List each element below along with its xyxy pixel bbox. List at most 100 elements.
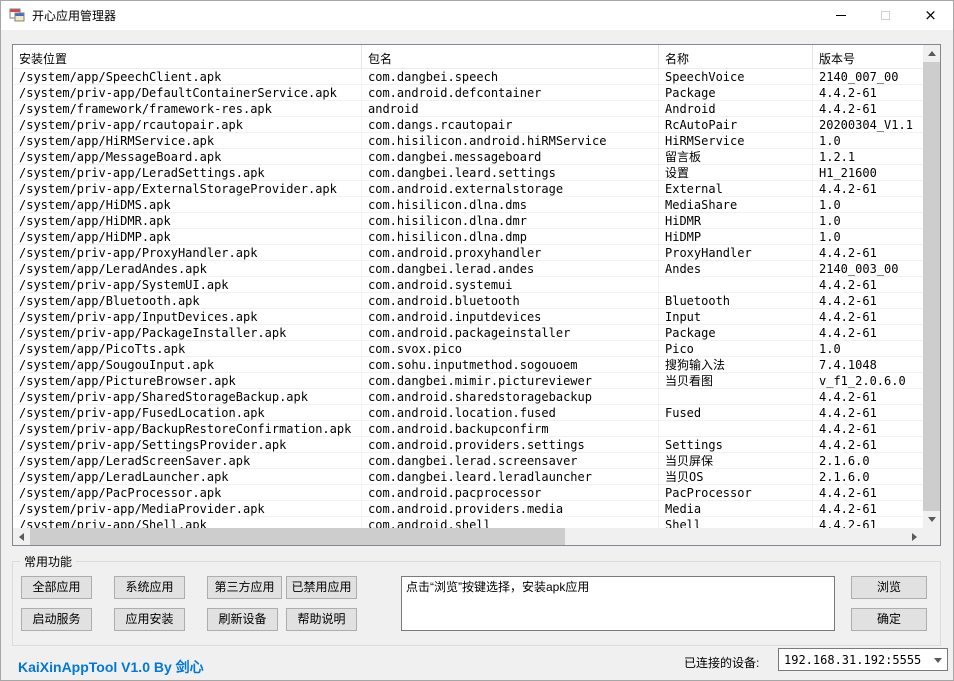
- listview-body: /system/app/SpeechClient.apkcom.dangbei.…: [13, 69, 923, 528]
- cell-appname: Pico: [659, 341, 813, 357]
- cell-location: /system/app/PicoTts.apk: [13, 341, 362, 357]
- table-row[interactable]: /system/app/SpeechClient.apkcom.dangbei.…: [13, 69, 923, 85]
- table-row[interactable]: /system/app/PictureBrowser.apkcom.dangbe…: [13, 373, 923, 389]
- vertical-scroll-thumb[interactable]: [923, 62, 940, 511]
- table-row[interactable]: /system/priv-app/FusedLocation.apkcom.an…: [13, 405, 923, 421]
- column-header-location[interactable]: 安装位置: [13, 45, 362, 69]
- vertical-scrollbar[interactable]: [923, 45, 940, 528]
- table-row[interactable]: /system/app/PicoTts.apkcom.svox.picoPico…: [13, 341, 923, 357]
- table-row[interactable]: /system/app/PacProcessor.apkcom.android.…: [13, 485, 923, 501]
- table-row[interactable]: /system/app/Bluetooth.apkcom.android.blu…: [13, 293, 923, 309]
- apk-path-textbox[interactable]: 点击“浏览”按键选择，安装apk应用: [401, 576, 835, 631]
- cell-appname: Fused: [659, 405, 813, 421]
- cell-location: /system/priv-app/rcautopair.apk: [13, 117, 362, 133]
- scroll-down-icon[interactable]: [923, 511, 940, 528]
- cell-appname: HiDMR: [659, 213, 813, 229]
- table-row[interactable]: /system/priv-app/ProxyHandler.apkcom.and…: [13, 245, 923, 261]
- help-button[interactable]: 帮助说明: [286, 608, 357, 631]
- cell-location: /system/priv-app/SharedStorageBackup.apk: [13, 389, 362, 405]
- table-row[interactable]: /system/priv-app/InputDevices.apkcom.and…: [13, 309, 923, 325]
- table-row[interactable]: /system/priv-app/SystemUI.apkcom.android…: [13, 277, 923, 293]
- cell-version: v_f1_2.0.6.0: [813, 373, 923, 389]
- table-row[interactable]: /system/app/HiDMS.apkcom.hisilicon.dlna.…: [13, 197, 923, 213]
- refresh-device-button[interactable]: 刷新设备: [207, 608, 278, 631]
- cell-package: com.dangbei.mimir.pictureviewer: [362, 373, 659, 389]
- cell-appname: 当贝屏保: [659, 453, 813, 469]
- cell-appname: 留言板: [659, 149, 813, 165]
- table-row[interactable]: /system/priv-app/ExternalStorageProvider…: [13, 181, 923, 197]
- table-row[interactable]: /system/app/HiRMService.apkcom.hisilicon…: [13, 133, 923, 149]
- install-app-button[interactable]: 应用安装: [114, 608, 185, 631]
- cell-package: com.hisilicon.dlna.dms: [362, 197, 659, 213]
- table-row[interactable]: /system/priv-app/Shell.apkcom.android.sh…: [13, 517, 923, 528]
- cell-package: com.dangbei.lerad.andes: [362, 261, 659, 277]
- app-listview: 安装位置 包名 名称 版本号 /system/app/SpeechClient.…: [12, 44, 941, 546]
- cell-location: /system/priv-app/InputDevices.apk: [13, 309, 362, 325]
- cell-version: 4.4.2-61: [813, 245, 923, 261]
- column-header-package[interactable]: 包名: [362, 45, 659, 69]
- all-apps-button[interactable]: 全部应用: [21, 576, 92, 599]
- cell-version: 1.2.1: [813, 149, 923, 165]
- device-combobox[interactable]: 192.168.31.192:5555: [778, 648, 948, 671]
- scrollbar-corner: [923, 528, 940, 545]
- scroll-left-icon[interactable]: [13, 528, 30, 545]
- table-row[interactable]: /system/priv-app/PackageInstaller.apkcom…: [13, 325, 923, 341]
- table-row[interactable]: /system/priv-app/DefaultContainerService…: [13, 85, 923, 101]
- disabled-apps-button[interactable]: 已禁用应用: [286, 576, 357, 599]
- table-row[interactable]: /system/priv-app/MediaProvider.apkcom.an…: [13, 501, 923, 517]
- table-row[interactable]: /system/priv-app/BackupRestoreConfirmati…: [13, 421, 923, 437]
- cell-package: com.android.proxyhandler: [362, 245, 659, 261]
- table-row[interactable]: /system/app/LeradScreenSaver.apkcom.dang…: [13, 453, 923, 469]
- cell-package: com.dangbei.speech: [362, 69, 659, 85]
- cell-appname: 搜狗输入法: [659, 357, 813, 373]
- start-service-button[interactable]: 启动服务: [21, 608, 92, 631]
- cell-location: /system/priv-app/FusedLocation.apk: [13, 405, 362, 421]
- third-party-apps-button[interactable]: 第三方应用: [207, 576, 282, 599]
- scroll-right-icon[interactable]: [906, 528, 923, 545]
- cell-location: /system/app/MessageBoard.apk: [13, 149, 362, 165]
- scroll-up-icon[interactable]: [923, 45, 940, 62]
- table-row[interactable]: /system/priv-app/rcautopair.apkcom.dangs…: [13, 117, 923, 133]
- cell-appname: Package: [659, 325, 813, 341]
- horizontal-scroll-thumb[interactable]: [30, 528, 565, 545]
- column-header-appname[interactable]: 名称: [659, 45, 813, 69]
- table-row[interactable]: /system/app/HiDMP.apkcom.hisilicon.dlna.…: [13, 229, 923, 245]
- system-apps-button[interactable]: 系统应用: [114, 576, 185, 599]
- table-row[interactable]: /system/app/LeradLauncher.apkcom.dangbei…: [13, 469, 923, 485]
- minimize-button-icon[interactable]: [818, 0, 863, 30]
- cell-appname: SpeechVoice: [659, 69, 813, 85]
- cell-location: /system/app/LeradLauncher.apk: [13, 469, 362, 485]
- cell-version: 4.4.2-61: [813, 309, 923, 325]
- cell-version: 4.4.2-61: [813, 405, 923, 421]
- browse-button[interactable]: 浏览: [851, 576, 927, 599]
- cell-location: /system/priv-app/LeradSettings.apk: [13, 165, 362, 181]
- cell-location: /system/app/HiDMR.apk: [13, 213, 362, 229]
- cell-location: /system/app/HiDMS.apk: [13, 197, 362, 213]
- cell-location: /system/app/LeradAndes.apk: [13, 261, 362, 277]
- cell-appname: 设置: [659, 165, 813, 181]
- cell-location: /system/priv-app/MediaProvider.apk: [13, 501, 362, 517]
- cell-appname: 当贝OS: [659, 469, 813, 485]
- cell-location: /system/app/PacProcessor.apk: [13, 485, 362, 501]
- credit-text: KaiXinAppTool V1.0 By 剑心: [18, 657, 204, 677]
- cell-version: 4.4.2-61: [813, 325, 923, 341]
- horizontal-scrollbar[interactable]: [13, 528, 923, 545]
- table-row[interactable]: /system/app/LeradAndes.apkcom.dangbei.le…: [13, 261, 923, 277]
- table-row[interactable]: /system/priv-app/SharedStorageBackup.apk…: [13, 389, 923, 405]
- close-button-icon[interactable]: ×: [908, 0, 953, 30]
- cell-package: com.dangbei.messageboard: [362, 149, 659, 165]
- table-row[interactable]: /system/app/SougouInput.apkcom.sohu.inpu…: [13, 357, 923, 373]
- cell-appname: Settings: [659, 437, 813, 453]
- title-bar: 开心应用管理器 ×: [0, 0, 954, 30]
- table-row[interactable]: /system/app/MessageBoard.apkcom.dangbei.…: [13, 149, 923, 165]
- cell-package: com.svox.pico: [362, 341, 659, 357]
- table-row[interactable]: /system/app/HiDMR.apkcom.hisilicon.dlna.…: [13, 213, 923, 229]
- cell-version: 1.0: [813, 213, 923, 229]
- ok-button[interactable]: 确定: [851, 608, 927, 631]
- column-header-version[interactable]: 版本号: [813, 45, 923, 69]
- table-row[interactable]: /system/framework/framework-res.apkandro…: [13, 101, 923, 117]
- cell-location: /system/app/SougouInput.apk: [13, 357, 362, 373]
- table-row[interactable]: /system/priv-app/SettingsProvider.apkcom…: [13, 437, 923, 453]
- table-row[interactable]: /system/priv-app/LeradSettings.apkcom.da…: [13, 165, 923, 181]
- cell-package: com.dangbei.leard.leradlauncher: [362, 469, 659, 485]
